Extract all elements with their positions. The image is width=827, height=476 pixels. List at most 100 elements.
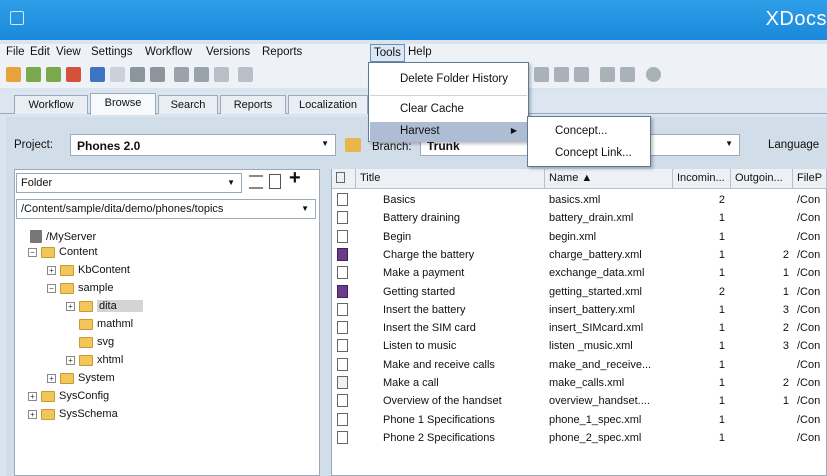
- tab-workflow[interactable]: Workflow: [14, 95, 88, 114]
- table-cell-incoming[interactable]: 1: [673, 432, 725, 444]
- tab-browse[interactable]: Browse: [90, 93, 156, 115]
- table-cell-path[interactable]: /Con: [797, 249, 827, 261]
- table-cell-title[interactable]: Overview of the handset: [383, 395, 541, 407]
- folder-select[interactable]: Folder ▼: [16, 173, 242, 193]
- table-cell-title[interactable]: Listen to music: [383, 340, 541, 352]
- table-cell-title[interactable]: Insert the battery: [383, 304, 541, 316]
- pencil-arrow-icon[interactable]: [620, 67, 635, 82]
- table-cell-incoming[interactable]: 1: [673, 249, 725, 261]
- tree-item-myserver[interactable]: /MyServer: [30, 230, 96, 243]
- tab-search[interactable]: Search: [158, 95, 218, 114]
- table-cell-path[interactable]: /Con: [797, 322, 827, 334]
- column-header-filepath[interactable]: FileP: [793, 169, 827, 189]
- table-cell-title[interactable]: Battery draining: [383, 212, 541, 224]
- tree-item-sysconfig[interactable]: + SysConfig: [28, 390, 109, 402]
- delete-icon[interactable]: [66, 67, 81, 82]
- table-cell-incoming[interactable]: 1: [673, 267, 725, 279]
- table-cell-incoming[interactable]: 1: [673, 322, 725, 334]
- column-header-title[interactable]: Title: [356, 169, 545, 189]
- collapse-icon[interactable]: −: [47, 283, 56, 293]
- table-cell-path[interactable]: /Con: [797, 359, 827, 371]
- menu-concept-link[interactable]: Concept Link...: [555, 147, 632, 159]
- tree-item-content[interactable]: − Content: [28, 246, 98, 258]
- menu-reports[interactable]: Reports: [262, 46, 302, 58]
- column-header-icon[interactable]: [332, 169, 356, 189]
- grid-icon[interactable]: [600, 67, 615, 82]
- table-cell-path[interactable]: /Con: [797, 377, 827, 389]
- table-cell-path[interactable]: /Con: [797, 212, 827, 224]
- table-cell-incoming[interactable]: 2: [673, 194, 725, 206]
- tree-item-system[interactable]: + System: [47, 372, 115, 384]
- table-cell-outgoing[interactable]: 2: [731, 377, 789, 389]
- table-cell-title[interactable]: Phone 2 Specifications: [383, 432, 541, 444]
- building-icon[interactable]: [130, 67, 145, 82]
- document-icon[interactable]: [110, 67, 125, 82]
- expand-icon[interactable]: +: [28, 409, 37, 419]
- table-cell-title[interactable]: Charge the battery: [383, 249, 541, 261]
- page-back-icon[interactable]: [574, 67, 589, 82]
- building-alt-icon[interactable]: [150, 67, 165, 82]
- expand-icon[interactable]: +: [66, 301, 75, 311]
- table-cell-outgoing[interactable]: 2: [731, 249, 789, 261]
- menu-harvest[interactable]: Harvest ▶: [370, 122, 527, 142]
- table-cell-outgoing[interactable]: 3: [731, 340, 789, 352]
- table-cell-incoming[interactable]: 1: [673, 414, 725, 426]
- column-header-outgoing[interactable]: Outgoin...: [731, 169, 793, 189]
- table-cell-name[interactable]: phone_1_spec.xml: [549, 414, 671, 426]
- table-cell-name[interactable]: battery_drain.xml: [549, 212, 671, 224]
- menu-delete-folder-history[interactable]: Delete Folder History: [370, 67, 527, 93]
- stack-alt-icon[interactable]: [194, 67, 209, 82]
- table-cell-path[interactable]: /Con: [797, 414, 827, 426]
- table-cell-title[interactable]: Make a call: [383, 377, 541, 389]
- column-header-name[interactable]: Name ▲: [545, 169, 673, 189]
- expand-icon[interactable]: +: [66, 355, 75, 365]
- refresh-icon[interactable]: [646, 67, 661, 82]
- expand-icon[interactable]: +: [47, 265, 56, 275]
- column-header-incoming[interactable]: Incomin...: [673, 169, 731, 189]
- add-icon[interactable]: +: [289, 167, 301, 190]
- table-cell-incoming[interactable]: 1: [673, 231, 725, 243]
- table-cell-name[interactable]: begin.xml: [549, 231, 671, 243]
- table-cell-incoming[interactable]: 1: [673, 359, 725, 371]
- page-icon[interactable]: [238, 67, 253, 82]
- menu-help[interactable]: Help: [408, 46, 432, 58]
- tree-item-svg[interactable]: svg: [79, 336, 114, 348]
- checkin-icon[interactable]: [26, 67, 41, 82]
- table-cell-path[interactable]: /Con: [797, 267, 827, 279]
- table-cell-incoming[interactable]: 1: [673, 377, 725, 389]
- table-cell-title[interactable]: Phone 1 Specifications: [383, 414, 541, 426]
- menu-tools[interactable]: Tools: [370, 44, 405, 62]
- menu-file[interactable]: File: [6, 46, 25, 58]
- arrow-right-icon[interactable]: [534, 67, 549, 82]
- table-cell-incoming[interactable]: 1: [673, 212, 725, 224]
- table-cell-path[interactable]: /Con: [797, 432, 827, 444]
- table-cell-outgoing[interactable]: 1: [731, 286, 789, 298]
- table-cell-path[interactable]: /Con: [797, 286, 827, 298]
- new-folder-icon[interactable]: [269, 174, 281, 189]
- menu-settings[interactable]: Settings: [91, 46, 133, 58]
- table-cell-outgoing[interactable]: 1: [731, 267, 789, 279]
- menu-clear-cache[interactable]: Clear Cache: [370, 97, 527, 123]
- table-cell-path[interactable]: /Con: [797, 304, 827, 316]
- tab-localization[interactable]: Localization: [288, 95, 368, 114]
- project-select[interactable]: Phones 2.0 ▼: [70, 134, 336, 156]
- table-cell-outgoing[interactable]: 2: [731, 322, 789, 334]
- tab-reports[interactable]: Reports: [220, 95, 286, 114]
- table-cell-path[interactable]: /Con: [797, 340, 827, 352]
- tree-item-xhtml[interactable]: + xhtml: [66, 354, 123, 366]
- arrow-left-icon[interactable]: [554, 67, 569, 82]
- table-cell-name[interactable]: make_calls.xml: [549, 377, 671, 389]
- table-cell-name[interactable]: getting_started.xml: [549, 286, 671, 298]
- menu-view[interactable]: View: [56, 46, 81, 58]
- table-cell-name[interactable]: make_and_receive...: [549, 359, 671, 371]
- table-cell-title[interactable]: Make a payment: [383, 267, 541, 279]
- merge-icon[interactable]: [214, 67, 229, 82]
- table-cell-incoming[interactable]: 1: [673, 304, 725, 316]
- stack-icon[interactable]: [174, 67, 189, 82]
- table-cell-name[interactable]: insert_battery.xml: [549, 304, 671, 316]
- link-icon[interactable]: [90, 67, 105, 82]
- table-cell-name[interactable]: exchange_data.xml: [549, 267, 671, 279]
- table-cell-title[interactable]: Make and receive calls: [383, 359, 541, 371]
- table-cell-name[interactable]: overview_handset....: [549, 395, 671, 407]
- menu-versions[interactable]: Versions: [206, 46, 250, 58]
